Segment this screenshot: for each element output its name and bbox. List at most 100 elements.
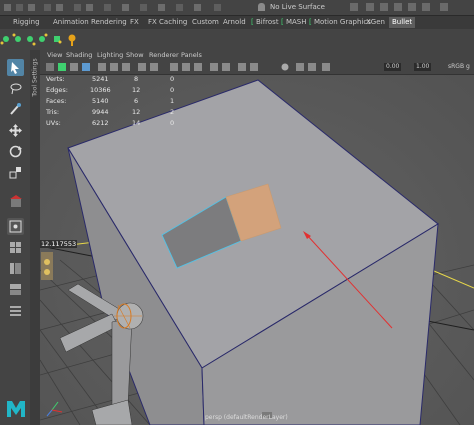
hud-row-uvs: UVs: 6212 14 0 — [46, 118, 186, 129]
xray-icon — [296, 63, 304, 71]
lasso-tool-icon[interactable] — [7, 80, 24, 97]
tab-mash-label: MASH — [285, 18, 307, 26]
single-view-icon[interactable] — [7, 218, 24, 235]
poly-count-hud: Verts: 5241 8 0 Edges: 10366 12 0 Faces:… — [46, 74, 186, 129]
tab-fx-caching[interactable]: FX Caching — [145, 17, 190, 28]
camera-label: persp (defaultRenderLayer) — [205, 414, 288, 421]
ipr-icon[interactable] — [394, 3, 402, 11]
hud-row-tris: Tris: 9944 12 2 — [46, 107, 186, 118]
tool-settings-tab-label: Tool Settings — [31, 58, 39, 97]
rotate-tool-icon[interactable] — [7, 143, 24, 160]
last-tool-icon[interactable] — [7, 193, 24, 210]
render-icon[interactable] — [380, 3, 388, 11]
hud-value: 6 — [134, 97, 139, 105]
hud-value: 14 — [132, 119, 141, 127]
menu-shading[interactable]: Shading — [66, 51, 92, 59]
outliner-layout-icon[interactable] — [7, 260, 24, 277]
film-gate-icon — [98, 63, 106, 71]
exposure-field[interactable]: 0.00 — [384, 63, 402, 71]
hud-label: UVs: — [46, 119, 61, 127]
tab-xgen[interactable]: XGen — [363, 17, 388, 28]
hud-value: 5241 — [92, 75, 109, 83]
hud-label: Tris: — [46, 108, 60, 116]
ao-icon — [238, 63, 246, 71]
hud-value: 10366 — [90, 86, 111, 94]
gate-mask-icon — [122, 63, 130, 71]
tab-rendering[interactable]: Rendering — [88, 17, 130, 28]
locator-icon[interactable] — [41, 252, 53, 280]
xray-joints-icon — [308, 63, 316, 71]
arnold-icon[interactable] — [440, 3, 448, 11]
shelf-tabs: Rigging Animation Rendering FX FX Cachin… — [0, 15, 474, 30]
lights-icon — [210, 63, 218, 71]
hud-value: 0 — [170, 75, 175, 83]
hud-value: 12 — [132, 108, 141, 116]
maya-logo-icon — [5, 398, 27, 420]
tab-bifrost[interactable]: [ Bifrost — [248, 17, 282, 28]
bullet-delete-icon[interactable] — [68, 34, 76, 47]
aa-icon — [250, 63, 258, 71]
menu-lighting[interactable]: Lighting — [97, 51, 123, 59]
menu-panels[interactable]: Panels — [181, 51, 202, 59]
texture-icon — [194, 63, 202, 71]
status-line: No Live Surface — [0, 0, 474, 15]
tab-arnold[interactable]: Arnold — [220, 17, 249, 28]
constraint-icon[interactable] — [54, 36, 62, 44]
shadows-icon — [222, 63, 230, 71]
menu-view[interactable]: View — [47, 51, 62, 59]
hud-value: 5140 — [92, 97, 109, 105]
soft-body-icon[interactable] — [27, 36, 36, 46]
camera-lock-icon — [58, 63, 66, 71]
smooth-shade-icon — [182, 63, 190, 71]
tab-animation[interactable]: Animation — [50, 17, 92, 28]
passive-rigid-body-icon[interactable] — [12, 33, 22, 43]
menu-show[interactable]: Show — [126, 51, 144, 59]
safe-action-icon — [138, 63, 146, 71]
panel-toolbar — [40, 60, 474, 75]
panel-toolbar-icons — [46, 63, 330, 71]
gamma-field[interactable]: 1.00 — [414, 63, 432, 71]
toolbox — [0, 50, 31, 425]
paint-select-tool-icon[interactable] — [7, 101, 24, 118]
tab-custom[interactable]: Custom — [189, 17, 222, 28]
move-tool-icon[interactable] — [7, 122, 24, 139]
resolution-gate-icon — [110, 63, 118, 71]
color-space-label[interactable]: sRGB g — [448, 63, 470, 70]
four-view-icon[interactable] — [7, 239, 24, 256]
isolate-icon — [281, 63, 289, 71]
tab-rigging[interactable]: Rigging — [10, 17, 43, 28]
render-settings-icon[interactable] — [408, 3, 416, 11]
symmetry-icon[interactable] — [350, 3, 358, 11]
render-view-icon[interactable] — [366, 3, 374, 11]
hud-value: 8 — [134, 75, 139, 83]
list-layout-icon[interactable] — [7, 302, 24, 319]
panel-menu-bar: View Shading Lighting Show Renderer Pane… — [40, 50, 474, 60]
bullet-shelf-icons — [0, 33, 76, 47]
tool-settings-tab[interactable]: Tool Settings — [30, 50, 40, 425]
hud-value: 0 — [170, 86, 175, 94]
hypershade-icon[interactable] — [422, 3, 430, 11]
hud-value: 2 — [170, 108, 175, 116]
xray-components-icon — [322, 63, 330, 71]
graph-layout-icon[interactable] — [7, 281, 24, 298]
wireframe-icon — [170, 63, 178, 71]
tab-mash[interactable]: [ MASH — [278, 17, 310, 28]
live-surface-label[interactable]: No Live Surface — [270, 3, 325, 11]
menu-renderer[interactable]: Renderer — [149, 51, 179, 59]
tab-fx[interactable]: FX — [127, 17, 142, 28]
select-tool-icon[interactable] — [7, 59, 24, 76]
hud-row-edges: Edges: 10366 12 0 — [46, 85, 186, 96]
manipulator-value[interactable]: 12.117553 — [40, 240, 78, 248]
rigid-body-icon[interactable] — [0, 36, 10, 45]
status-line-icons — [4, 3, 234, 12]
hud-value: 9944 — [92, 108, 109, 116]
hud-value: 12 — [132, 86, 141, 94]
scale-tool-icon[interactable] — [7, 164, 24, 181]
magnet-icon[interactable] — [258, 3, 265, 11]
rigid-set-icon[interactable] — [39, 33, 48, 43]
hud-label: Edges: — [46, 86, 68, 94]
hud-row-faces: Faces: 5140 6 1 — [46, 96, 186, 107]
tab-bullet[interactable]: Bullet — [389, 17, 416, 28]
hud-label: Faces: — [46, 97, 67, 105]
grid-toggle-icon — [82, 63, 90, 71]
